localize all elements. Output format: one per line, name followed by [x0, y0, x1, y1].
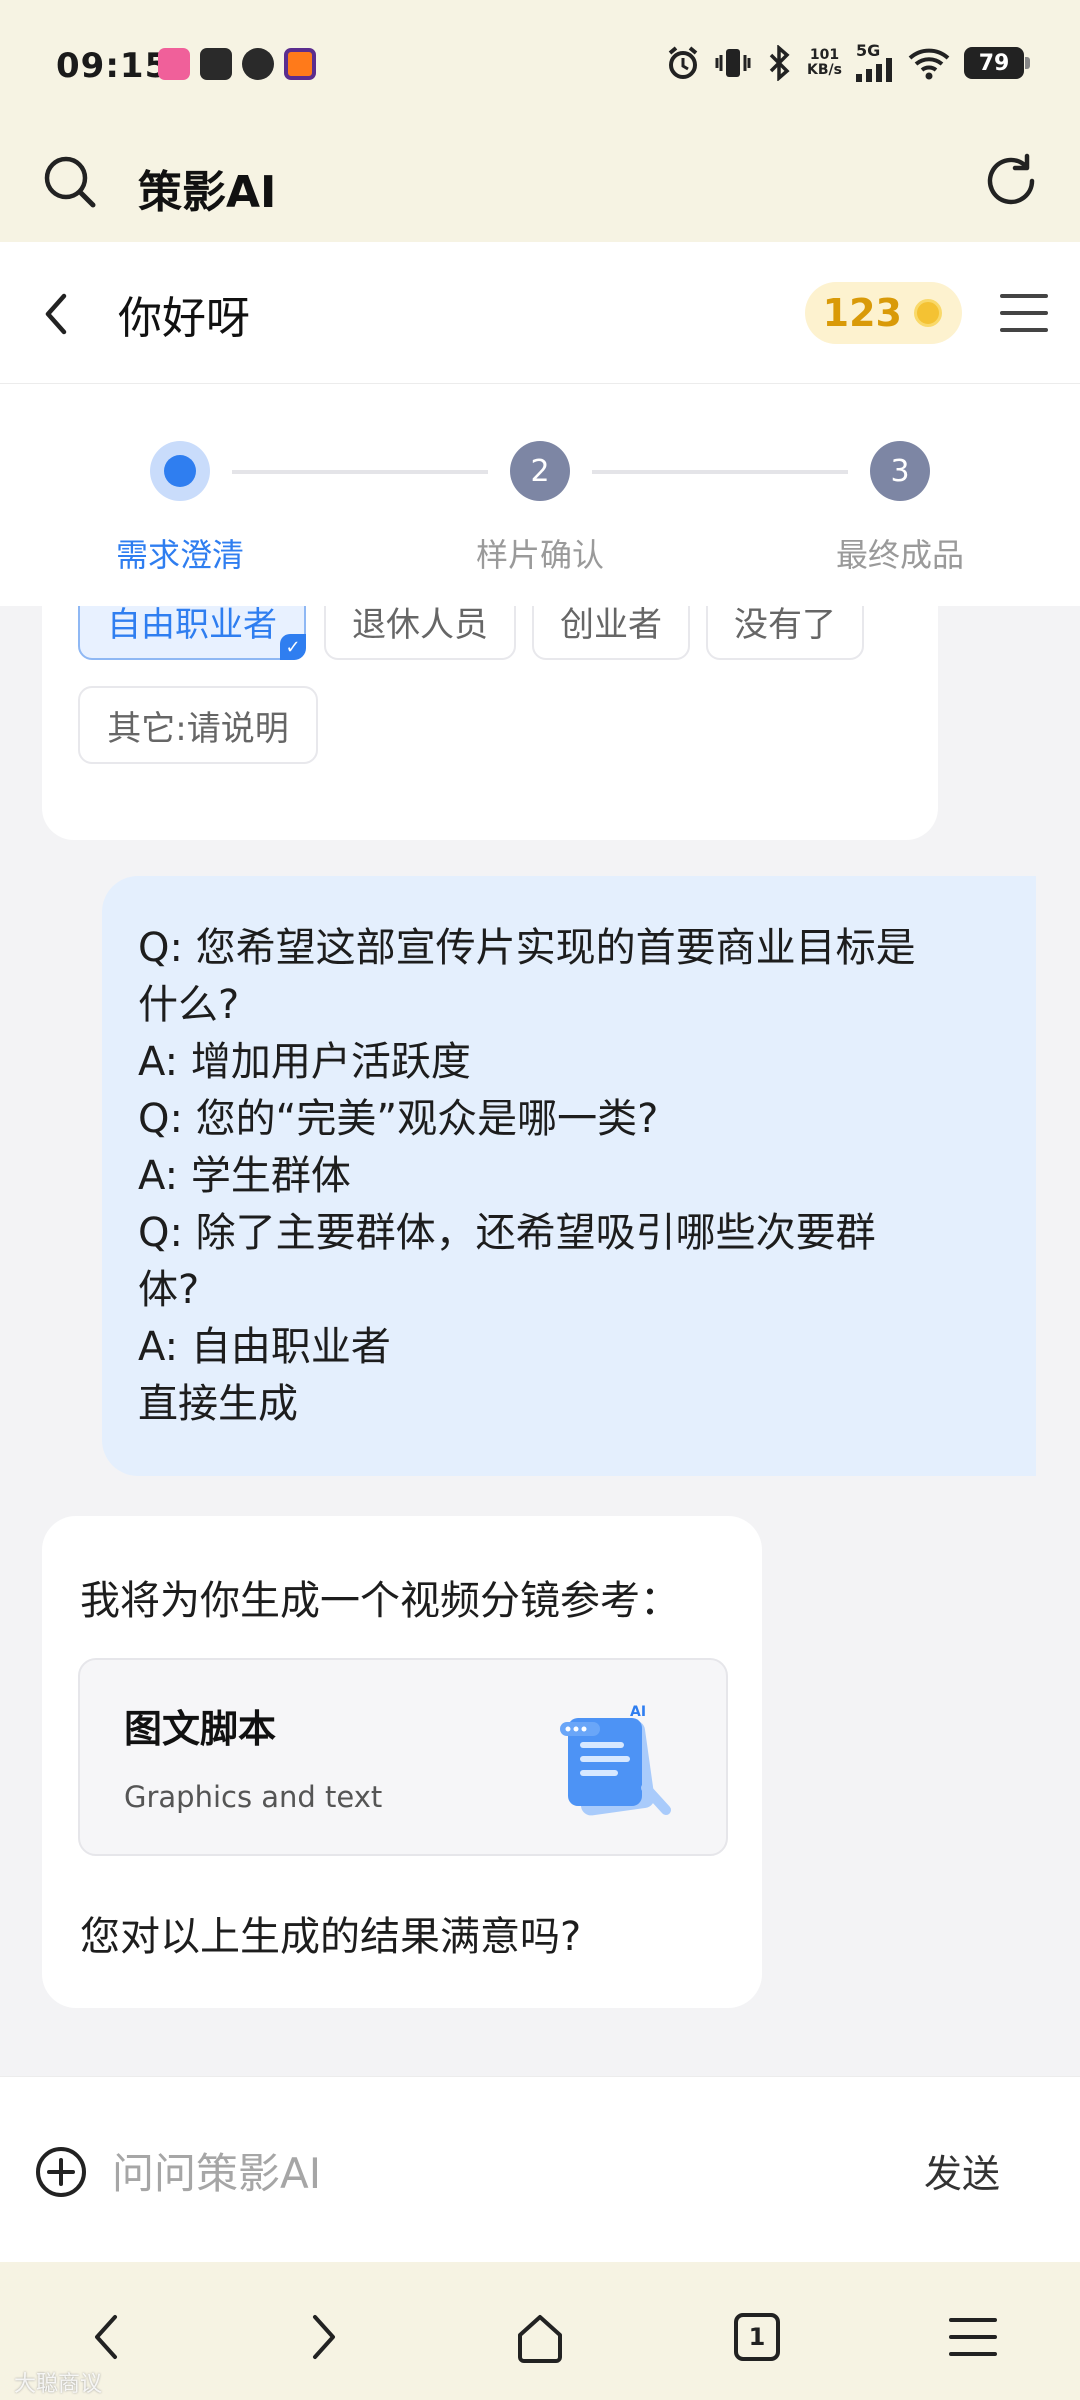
bot-reply-question: 您对以上生成的结果满意吗? — [80, 1914, 582, 1960]
coin-count: 123 — [822, 291, 902, 335]
user-message-line: 直接生成 — [138, 1381, 298, 1427]
user-message-line: A: 增加用户活跃度 — [138, 1039, 471, 1085]
svg-text:AI: AI — [630, 1704, 646, 1720]
step-3-node: 3 — [870, 441, 930, 501]
option-chip[interactable]: 退休人员 — [324, 606, 516, 660]
option-chip[interactable]: 其它:请说明 — [78, 686, 318, 764]
app-header: 策影AI — [0, 130, 1080, 242]
check-icon: ✓ — [280, 634, 306, 660]
status-time: 09:15 — [56, 46, 170, 86]
watermark: 大聪商议 — [14, 2372, 103, 2397]
user-message-line: Q: 您希望这部宣传片实现的首要商业目标是 — [138, 925, 916, 971]
option-chip[interactable]: 没有了 — [706, 606, 864, 660]
status-indicators: 101 KB/s 5G 79 — [665, 43, 1030, 82]
step-1-node — [150, 441, 210, 501]
status-app-icons — [158, 48, 316, 80]
vibrate-icon — [715, 49, 751, 77]
user-message-line: A: 学生群体 — [138, 1153, 351, 1199]
refresh-icon[interactable] — [978, 148, 1044, 214]
progress-stepper: 2 3 需求澄清 样片确认 最终成品 — [0, 384, 1080, 606]
browser-nav-bar: 1 — [0, 2262, 1080, 2400]
chat-area[interactable]: 自由职业者 ✓ 退休人员 创业者 没有了 其它:请说明 Q: 您希望这部宣传片实… — [0, 606, 1080, 2076]
user-message-line: A: 自由职业者 — [138, 1324, 391, 1370]
wifi-icon — [908, 48, 950, 80]
nav-home-icon[interactable] — [505, 2302, 575, 2372]
back-arrow-icon[interactable] — [30, 282, 86, 346]
step-connector — [232, 470, 488, 474]
script-card[interactable]: 图文脚本 Graphics and text AI — [78, 1658, 728, 1856]
search-icon[interactable] — [40, 152, 100, 212]
mail-icon — [200, 48, 232, 80]
step-3-label: 最终成品 — [835, 536, 964, 574]
chat-header: 你好呀 123 — [0, 242, 1080, 384]
options-card: 自由职业者 ✓ 退休人员 创业者 没有了 其它:请说明 — [42, 606, 938, 840]
user-message-line: 什么? — [138, 982, 240, 1028]
user-message-line: 体? — [138, 1267, 200, 1313]
nav-back-icon[interactable] — [72, 2302, 142, 2372]
bot-reply-intro: 我将为你生成一个视频分镜参考： — [80, 1578, 680, 1624]
wechat-icon — [242, 48, 274, 80]
battery-indicator: 79 — [964, 47, 1030, 79]
status-bar: 09:15 101 KB/s 5G 79 — [0, 0, 1080, 130]
firefox-icon — [284, 48, 316, 80]
step-1-label: 需求澄清 — [115, 536, 244, 574]
script-card-title: 图文脚本 — [124, 1707, 277, 1751]
user-message-line: Q: 除了主要群体，还希望吸引哪些次要群 — [138, 1210, 876, 1256]
bot-reply-bubble: 我将为你生成一个视频分镜参考： 图文脚本 Graphics and text A… — [42, 1516, 762, 2008]
user-message-line: Q: 您的“完美”观众是哪一类? — [138, 1096, 659, 1142]
nav-menu-icon[interactable] — [938, 2302, 1008, 2372]
option-chip-selected[interactable]: 自由职业者 ✓ — [78, 606, 306, 660]
app-title: 策影AI — [138, 167, 277, 218]
user-message-bubble: Q: 您希望这部宣传片实现的首要商业目标是 什么? A: 增加用户活跃度 Q: … — [102, 876, 1036, 1476]
ask-input[interactable] — [112, 2133, 872, 2213]
step-2-node: 2 — [510, 441, 570, 501]
script-card-subtitle: Graphics and text — [124, 1780, 383, 1814]
coin-icon — [914, 299, 942, 327]
chat-title: 你好呀 — [118, 293, 250, 344]
network-speed: 101 KB/s — [807, 47, 842, 78]
coin-balance[interactable]: 123 — [804, 282, 962, 344]
alarm-icon — [668, 46, 698, 79]
hamburger-menu-icon[interactable] — [996, 288, 1052, 338]
nav-forward-icon[interactable] — [288, 2302, 358, 2372]
option-chip[interactable]: 创业者 — [532, 606, 690, 660]
nav-tabs-icon[interactable]: 1 — [722, 2302, 792, 2372]
send-button[interactable]: 发送 — [924, 2143, 1000, 2198]
ai-document-icon: AI — [560, 1704, 671, 1816]
tab-count: 1 — [734, 2313, 780, 2361]
step-2-label: 样片确认 — [475, 536, 604, 574]
add-icon[interactable] — [34, 2145, 88, 2199]
bilibili-icon — [158, 48, 190, 80]
bluetooth-icon — [769, 45, 790, 81]
input-bar: 发送 — [0, 2076, 1080, 2262]
step-connector — [592, 470, 848, 474]
cell-signal-icon: 5G — [856, 43, 894, 82]
